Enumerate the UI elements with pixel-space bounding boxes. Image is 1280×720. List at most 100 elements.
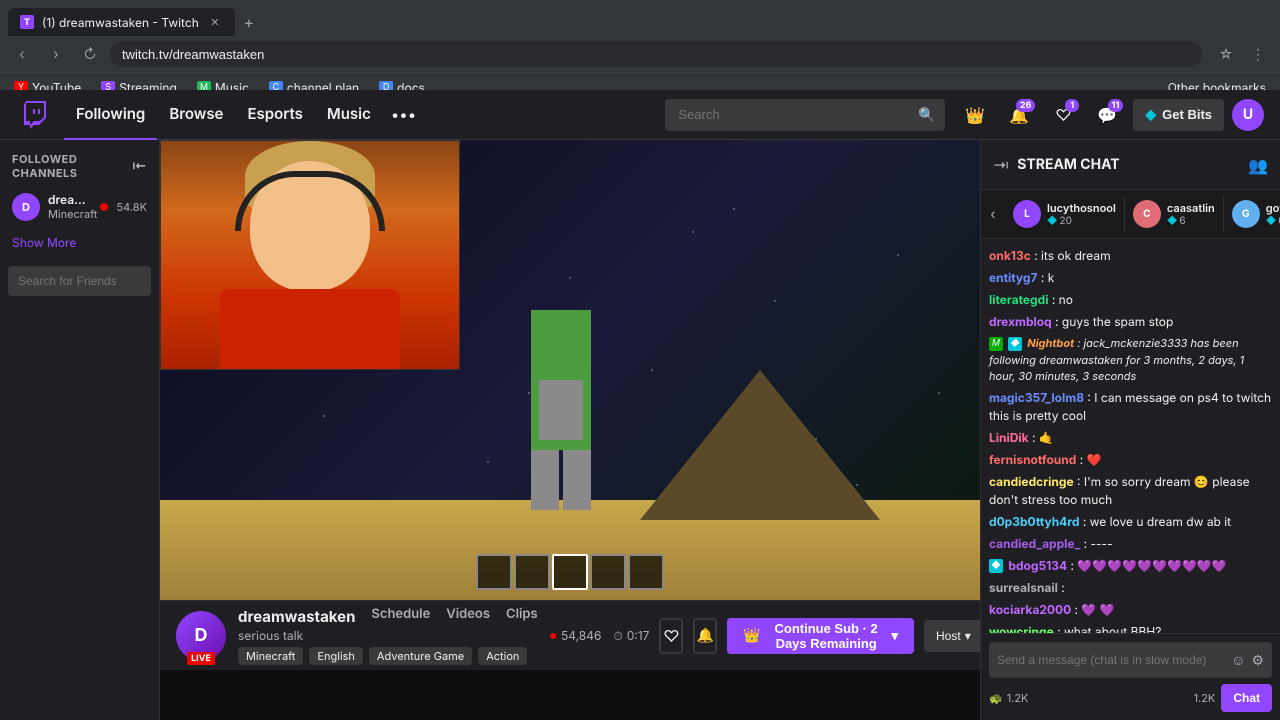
chat-username-15[interactable]: wowcringe <box>989 624 1054 634</box>
chat-message-15: wowcringe : what about BBH? <box>989 623 1272 634</box>
get-bits-button[interactable]: ◆ Get Bits <box>1133 99 1224 131</box>
new-tab-button[interactable]: + <box>235 8 263 36</box>
chat-username-7[interactable]: LiniDik <box>989 430 1029 445</box>
chat-message-9: candiedcringe : I'm so sorry dream 😊 ple… <box>989 473 1272 509</box>
main-content: FOLLOWED CHANNELS ⇤ D dreamwastaken Mine… <box>0 140 1280 720</box>
activity-badge: 1 <box>1065 99 1079 112</box>
nav-music[interactable]: Music <box>315 90 383 140</box>
bell-button[interactable]: 🔔 <box>693 618 717 654</box>
chat-username-3[interactable]: literategdi <box>989 292 1048 307</box>
chat-username-9[interactable]: candiedcringe <box>989 474 1074 489</box>
activity-button[interactable]: ♡ 1 <box>1045 97 1081 133</box>
chat-username-1[interactable]: onk13c <box>989 248 1031 263</box>
viewer-stats: ● 54,846 ⏱ 0:17 <box>550 628 650 644</box>
chat-options-icon[interactable]: ⚙ <box>1251 652 1264 669</box>
tag-adventure-game[interactable]: Adventure Game <box>369 647 472 665</box>
twitch-logo[interactable] <box>16 95 56 135</box>
person-background <box>161 141 459 369</box>
url-input[interactable] <box>110 41 1202 67</box>
nav-esports[interactable]: Esports <box>235 90 314 140</box>
chat-header: ⇥ STREAM CHAT 👥 <box>981 140 1280 190</box>
nav-following[interactable]: Following <box>64 90 157 140</box>
chat-input[interactable] <box>997 653 1225 667</box>
mc-head <box>531 310 591 370</box>
chat-send-button[interactable]: Chat <box>1221 684 1272 712</box>
chat-username-13[interactable]: surrealsnail <box>989 580 1058 595</box>
videos-link[interactable]: Videos <box>446 606 490 622</box>
subscribe-button[interactable]: 👑 Continue Sub · 2 Days Remaining ▾ <box>727 618 914 654</box>
live-dot-icon: ● <box>550 631 557 641</box>
bits-icon-2: ◆ <box>1167 215 1178 227</box>
chat-input-actions: 🐢 1.2K 1.2K Chat <box>989 684 1272 712</box>
viewer-count-display: 1.2K <box>1194 691 1216 705</box>
forward-button[interactable]: › <box>42 40 70 68</box>
nav-browse[interactable]: Browse <box>157 90 235 140</box>
channel-avatar-dreamwastaken: D <box>12 193 40 221</box>
clips-link[interactable]: Clips <box>506 606 538 622</box>
featured-chatters: ‹ L lucythosnool ◆ 20 C caasatlin <box>981 190 1280 239</box>
schedule-link[interactable]: Schedule <box>371 606 430 622</box>
chat-username-8[interactable]: fernisnotfound <box>989 452 1076 467</box>
chat-username-11[interactable]: candied_apple_ <box>989 536 1080 551</box>
heart-button[interactable]: ♡ <box>659 618 683 654</box>
mc-body-inner <box>539 380 583 440</box>
chat-input-wrapper[interactable]: ☺ ⚙ <box>989 642 1272 678</box>
tag-english[interactable]: English <box>309 647 363 665</box>
twitch-logo-icon <box>24 101 48 129</box>
address-bar: ‹ › ↻ ☆ ⋮ <box>0 36 1280 72</box>
tab-close-button[interactable]: ✕ <box>207 14 223 30</box>
chat-users-button[interactable]: 👥 <box>1248 155 1268 175</box>
browser-menu-icon[interactable]: ⋮ <box>1244 40 1272 68</box>
search-input[interactable] <box>665 99 945 131</box>
chat-username-6[interactable]: magic357_lolm8 <box>989 390 1084 405</box>
chat-text-3: : no <box>1052 292 1073 307</box>
featured-chatter-1: L lucythosnool ◆ 20 <box>1005 196 1124 232</box>
notifications-button[interactable]: 🔔 26 <box>1001 97 1037 133</box>
user-avatar[interactable]: U <box>1232 99 1264 131</box>
chat-text-10: : we love u dream dw ab it <box>1083 514 1231 529</box>
video-player[interactable] <box>160 140 980 600</box>
tag-minecraft[interactable]: Minecraft <box>238 647 303 665</box>
chat-message-14: kociarka2000 : 💜 💜 <box>989 601 1272 619</box>
host-button[interactable]: Host ▾ <box>924 620 980 652</box>
chat-username-5[interactable]: Nightbot <box>1027 336 1074 350</box>
featured-bits-2: ◆ 6 <box>1167 215 1215 227</box>
active-tab[interactable]: T (1) dreamwastaken - Twitch ✕ <box>8 8 235 36</box>
chat-message-12: ◆ bdog5134 : 💜💜💜💜💜💜💜💜💜💜 <box>989 557 1272 575</box>
streamer-initials: D <box>195 625 208 646</box>
show-more-button[interactable]: Show More <box>0 227 159 258</box>
reload-button[interactable]: ↻ <box>76 40 104 68</box>
channel-item-dreamwastaken[interactable]: D dreamwastaken Minecraft 54.8K <box>0 186 159 227</box>
chat-username-2[interactable]: entityg7 <box>989 270 1038 285</box>
hotbar-slot-3 <box>552 554 588 590</box>
emoji-picker-icon[interactable]: ☺ <box>1231 652 1245 669</box>
hotbar <box>476 554 664 590</box>
chat-username-14[interactable]: kociarka2000 <box>989 602 1071 617</box>
hotbar-slot-1 <box>476 554 512 590</box>
whispers-badge: 11 <box>1108 99 1124 112</box>
streamer-avatar[interactable]: D LIVE <box>176 611 226 661</box>
back-button[interactable]: ‹ <box>8 40 36 68</box>
chat-username-4[interactable]: drexmbloq <box>989 314 1052 329</box>
nav-search[interactable]: 🔍 <box>665 99 945 131</box>
chat-message-11: candied_apple_ : ---- <box>989 535 1272 553</box>
sidebar: FOLLOWED CHANNELS ⇤ D dreamwastaken Mine… <box>0 140 160 720</box>
sidebar-collapse-button[interactable]: ⇤ <box>132 158 147 175</box>
whispers-button[interactable]: 💬 11 <box>1089 97 1125 133</box>
chat-message-6: magic357_lolm8 : I can message on ps4 to… <box>989 389 1272 425</box>
bookmark-star-icon[interactable]: ☆ <box>1212 40 1240 68</box>
browser-chrome: T (1) dreamwastaken - Twitch ✕ + ‹ › ↻ ☆… <box>0 0 1280 90</box>
mountain <box>640 370 880 520</box>
nav-more-button[interactable]: ••• <box>383 90 424 140</box>
featured-prev-button[interactable]: ‹ <box>981 206 1005 223</box>
tab-title: (1) dreamwastaken - Twitch <box>42 15 199 30</box>
search-friends-input[interactable] <box>8 266 151 296</box>
prime-icon-button[interactable]: 👑 <box>957 97 993 133</box>
chat-username-10[interactable]: d0p3b0ttyh4rd <box>989 514 1079 529</box>
chat-expand-button[interactable]: ⇥ <box>993 155 1009 175</box>
tag-action[interactable]: Action <box>478 647 527 665</box>
streamer-name[interactable]: dreamwastaken <box>238 607 355 626</box>
chat-username-12[interactable]: bdog5134 <box>1008 558 1067 573</box>
chat-text-8: : ❤️ <box>1080 452 1102 467</box>
chat-message-2: entityg7 : k <box>989 269 1272 287</box>
